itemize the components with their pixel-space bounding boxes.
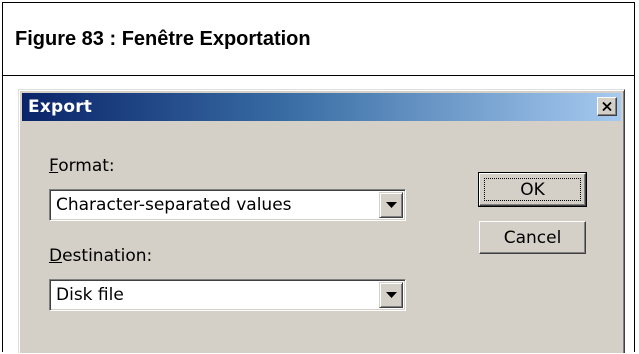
destination-dropdown-button[interactable] <box>379 282 403 308</box>
cancel-button-label: Cancel <box>503 227 562 248</box>
figure-frame: Figure 83 : Fenêtre Exportation Export F… <box>2 2 635 353</box>
figure-caption: Figure 83 : Fenêtre Exportation <box>3 3 634 76</box>
destination-label-mnemonic: D <box>49 246 63 266</box>
format-select-value: Character-separated values <box>56 195 292 215</box>
dialog-title: Export <box>28 97 93 117</box>
destination-select[interactable]: Disk file <box>49 279 406 311</box>
focus-ring <box>484 178 581 201</box>
format-label-mnemonic: F <box>49 156 59 176</box>
export-dialog: Export Format: Character-separated value… <box>18 89 625 353</box>
title-bar[interactable]: Export <box>22 93 621 121</box>
cancel-button[interactable]: Cancel <box>479 221 586 254</box>
format-select[interactable]: Character-separated values <box>49 189 406 221</box>
format-label: Format: <box>49 156 115 176</box>
format-dropdown-button[interactable] <box>379 192 403 218</box>
close-button[interactable] <box>597 97 617 116</box>
chevron-down-icon <box>385 292 397 298</box>
close-icon <box>602 102 612 111</box>
destination-select-value: Disk file <box>56 285 124 305</box>
destination-label: Destination: <box>49 246 152 266</box>
destination-label-rest: estination: <box>62 246 153 266</box>
ok-button[interactable]: OK <box>478 172 587 207</box>
chevron-down-icon <box>385 202 397 208</box>
format-label-rest: ormat: <box>58 156 115 176</box>
